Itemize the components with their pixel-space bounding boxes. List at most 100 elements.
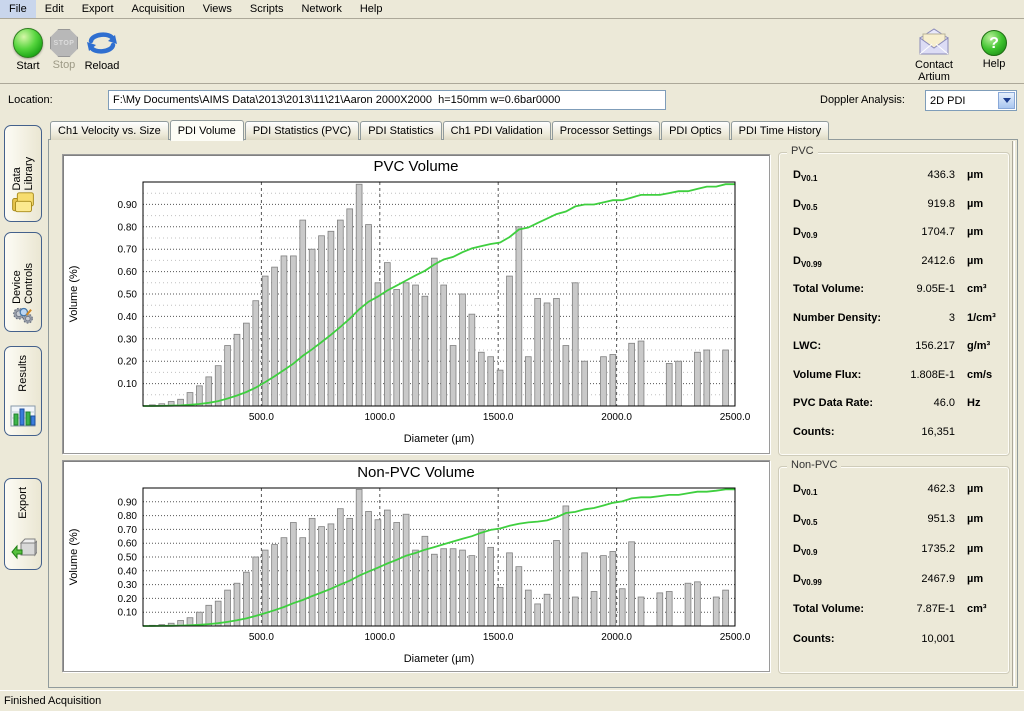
stat-row-dv09: DV0.91735.2µm (779, 543, 1009, 573)
svg-text:1500.0: 1500.0 (483, 412, 514, 423)
svg-text:0.60: 0.60 (118, 267, 138, 278)
location-input[interactable] (108, 90, 666, 110)
svg-text:0.10: 0.10 (118, 608, 138, 619)
contact-artium-button[interactable]: Contact Artium (902, 28, 966, 83)
gears-icon (9, 304, 37, 325)
svg-text:500.0: 500.0 (249, 412, 274, 423)
sidebar-label-results: Results (17, 355, 29, 392)
non-pvc-stats-title: Non-PVC (787, 459, 841, 471)
svg-text:500.0: 500.0 (249, 632, 274, 643)
menu-network[interactable]: Network (292, 0, 350, 18)
status-text: Finished Acquisition (4, 695, 101, 707)
stat-row-pvc-data-rate: PVC Data Rate:46.0Hz (779, 397, 1009, 426)
svg-text:0.30: 0.30 (118, 580, 138, 591)
non-pvc-volume-chart-panel: Non-PVC Volume 0.100.200.300.400.500.600… (62, 460, 770, 672)
svg-text:0.80: 0.80 (118, 222, 138, 233)
status-bar: Finished Acquisition (0, 690, 1024, 711)
menu-scripts[interactable]: Scripts (241, 0, 293, 18)
stat-row-dv09: DV0.91704.7µm (779, 226, 1009, 255)
svg-text:Volume (%): Volume (%) (68, 529, 80, 586)
menu-export[interactable]: Export (73, 0, 123, 18)
svg-text:1000.0: 1000.0 (365, 412, 396, 423)
svg-text:0.90: 0.90 (118, 200, 138, 211)
svg-text:2500.0: 2500.0 (720, 412, 751, 423)
non-pvc-chart-title: Non-PVC Volume (63, 461, 769, 482)
location-label: Location: (8, 94, 53, 106)
menu-help[interactable]: Help (351, 0, 392, 18)
sidebar-label-data-library: Data Library (11, 134, 35, 190)
pvc-chart-title: PVC Volume (63, 155, 769, 176)
tab-pdi-time-history[interactable]: PDI Time History (731, 121, 830, 140)
svg-text:Volume (%): Volume (%) (68, 266, 80, 323)
tab-pdi-optics[interactable]: PDI Optics (661, 121, 730, 140)
stat-row-total-volume: Total Volume:7.87E-1cm³ (779, 603, 1009, 633)
pvc-volume-chart: 0.100.200.300.400.500.600.700.800.90500.… (63, 176, 763, 448)
svg-text:0.70: 0.70 (118, 525, 138, 536)
svg-text:0.10: 0.10 (118, 379, 138, 390)
location-row: Location: Doppler Analysis: 2D PDI (0, 85, 1024, 117)
stat-row-total-volume: Total Volume:9.05E-1cm³ (779, 283, 1009, 312)
non-pvc-volume-chart: 0.10 0.20 0.30 0.40 0.50 0.60 0.70 0.80 0.90 500.… (63, 482, 763, 668)
export-icon (9, 537, 37, 563)
help-icon: ? (981, 30, 1007, 56)
stat-row-dv099: DV0.992412.6µm (779, 255, 1009, 284)
tab-pdi-volume[interactable]: PDI Volume (170, 120, 244, 141)
stat-row-dv01: DV0.1462.3µm (779, 483, 1009, 513)
svg-text:0.30: 0.30 (118, 334, 138, 345)
pane-divider (1012, 141, 1015, 686)
tab-processor-settings[interactable]: Processor Settings (552, 121, 660, 140)
svg-text:0.60: 0.60 (118, 539, 138, 550)
reload-label: Reload (70, 60, 134, 72)
stat-row-number-density: Number Density:31/cm³ (779, 312, 1009, 341)
chevron-down-icon[interactable] (998, 92, 1015, 109)
menu-edit[interactable]: Edit (36, 0, 73, 18)
pvc-stats-title: PVC (787, 145, 818, 157)
contact-artium-label: Contact Artium (902, 59, 966, 83)
stat-row-lwc: LWC:156.217g/m³ (779, 340, 1009, 369)
svg-text:0.80: 0.80 (118, 511, 138, 522)
menu-file[interactable]: File (0, 0, 36, 18)
svg-text:1000.0: 1000.0 (365, 632, 396, 643)
sidebar-label-device-controls: Device Controls (11, 241, 35, 304)
svg-text:0.50: 0.50 (118, 553, 138, 564)
sidebar-item-results[interactable]: Results (4, 346, 42, 436)
pvc-volume-chart-panel: PVC Volume 0.100.200.300.400.500.600.700… (62, 154, 770, 454)
doppler-analysis-value: 2D PDI (926, 95, 997, 107)
stat-row-dv099: DV0.992467.9µm (779, 573, 1009, 603)
tab-pdi-statistics[interactable]: PDI Statistics (360, 121, 441, 140)
envelope-icon (916, 28, 952, 56)
results-chart-icon (9, 403, 37, 429)
svg-text:1500.0: 1500.0 (483, 632, 514, 643)
tab-ch1-velocity-vs-size[interactable]: Ch1 Velocity vs. Size (50, 121, 169, 140)
svg-text:0.70: 0.70 (118, 245, 138, 256)
stat-row-counts: Counts:16,351 (779, 426, 1009, 455)
svg-text:0.20: 0.20 (118, 594, 138, 605)
sidebar-item-data-library[interactable]: Data Library (4, 125, 42, 222)
menu-views[interactable]: Views (194, 0, 241, 18)
menu-acquisition[interactable]: Acquisition (123, 0, 194, 18)
sidebar-item-device-controls[interactable]: Device Controls (4, 232, 42, 332)
help-button[interactable]: ? Help (962, 28, 1024, 70)
menu-bar: File Edit Export Acquisition Views Scrip… (0, 0, 1024, 19)
svg-text:0.20: 0.20 (118, 357, 138, 368)
toolbar: Start STOP Stop Reload Contact Artium ? … (0, 20, 1024, 84)
sidebar-item-export[interactable]: Export (4, 478, 42, 570)
svg-text:Diameter (µm): Diameter (µm) (404, 433, 475, 445)
svg-text:2000.0: 2000.0 (601, 632, 632, 643)
folders-icon (9, 190, 37, 215)
pvc-stats-group: PVC DV0.1436.3µm DV0.5919.8µm DV0.91704.… (778, 152, 1010, 456)
non-pvc-stats-group: Non-PVC DV0.1462.3µm DV0.5951.3µm DV0.91… (778, 466, 1010, 674)
reload-icon (86, 28, 118, 58)
doppler-analysis-select[interactable]: 2D PDI (925, 90, 1017, 111)
tab-ch1-pdi-validation[interactable]: Ch1 PDI Validation (443, 121, 551, 140)
svg-text:2500.0: 2500.0 (720, 632, 751, 643)
svg-text:0.40: 0.40 (118, 566, 138, 577)
svg-text:0.50: 0.50 (118, 290, 138, 301)
stat-row-dv05: DV0.5951.3µm (779, 513, 1009, 543)
sidebar-label-export: Export (17, 487, 29, 519)
help-label: Help (962, 58, 1024, 70)
reload-button[interactable]: Reload (70, 28, 134, 72)
stat-row-counts: Counts:10,001 (779, 633, 1009, 663)
tab-pdi-statistics-pvc[interactable]: PDI Statistics (PVC) (245, 121, 359, 140)
svg-text:0.90: 0.90 (118, 497, 138, 508)
